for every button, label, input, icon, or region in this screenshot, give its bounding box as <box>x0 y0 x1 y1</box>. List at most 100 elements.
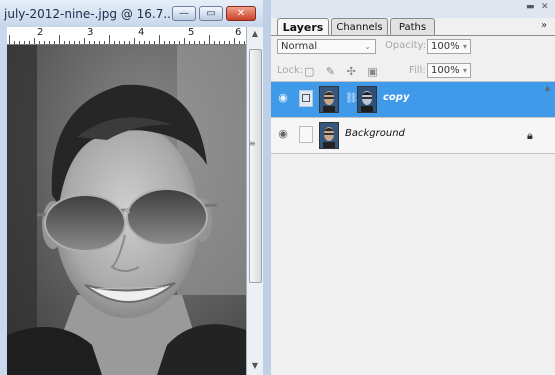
panel-close-icon[interactable]: ✕ <box>541 2 549 12</box>
scroll-grip-icon: ≡ <box>249 139 256 148</box>
ruler-tick <box>219 41 220 44</box>
tab-paths[interactable]: Paths <box>390 18 435 35</box>
ruler-tick <box>169 41 170 44</box>
ruler-tick <box>184 38 185 44</box>
lock-label: Lock: <box>277 65 304 76</box>
ruler-number: 3 <box>87 27 94 38</box>
ruler-tick <box>129 41 130 44</box>
ruler-tick <box>199 41 200 44</box>
maximize-button[interactable]: ▭ <box>199 6 223 21</box>
ruler-tick <box>54 41 55 44</box>
ruler-tick <box>9 35 10 44</box>
ruler-tick <box>229 41 230 44</box>
ruler-tick <box>59 35 60 44</box>
panel-collapse-icon[interactable]: ▬ <box>526 2 535 12</box>
tab-layers[interactable]: Layers <box>277 18 329 36</box>
workspace-divider <box>263 0 271 375</box>
panel-header-bar: ▬ ✕ <box>271 0 555 18</box>
maximize-icon: ▭ <box>206 8 216 19</box>
layer-mask-toggle[interactable] <box>299 90 313 107</box>
ruler-tick <box>144 41 145 44</box>
ruler-tick <box>39 41 40 44</box>
lock-options-icons[interactable]: ▢ ✎ ✣ ▣ <box>304 65 382 78</box>
fill-input[interactable]: 100% ▾ <box>427 63 471 78</box>
ruler-number: 2 <box>37 27 44 38</box>
scroll-up-arrow-icon[interactable]: ▲ <box>247 29 263 38</box>
eye-icon[interactable]: ◉ <box>277 91 289 105</box>
ruler-tick <box>114 41 115 44</box>
opacity-input[interactable]: 100% ▾ <box>427 39 471 54</box>
fill-label: Fill: <box>409 65 426 76</box>
ruler-tick <box>79 41 80 44</box>
scroll-down-arrow-icon[interactable]: ▼ <box>247 361 263 370</box>
layer-name[interactable]: copy <box>383 92 409 103</box>
close-icon: ✕ <box>236 8 246 19</box>
ruler-tick <box>14 41 15 44</box>
ruler-tick <box>239 41 240 44</box>
document-vertical-scrollbar[interactable]: ▲ ≡ ▼ <box>246 27 263 375</box>
layer-thumbnail[interactable] <box>319 86 339 113</box>
ruler-tick <box>34 38 35 44</box>
layer-name[interactable]: Background <box>345 128 405 139</box>
opacity-label: Opacity: <box>385 40 427 51</box>
tab-underline <box>271 35 555 36</box>
blend-mode-select[interactable]: Normal ⌄ <box>277 39 376 54</box>
ruler-tick <box>159 35 160 44</box>
ruler-number: 6 <box>235 27 242 38</box>
link-chain-icon[interactable]: ⛓ <box>345 93 358 104</box>
layer-separator <box>271 153 555 154</box>
fill-value: 100% <box>431 65 460 76</box>
minimize-button[interactable]: — <box>172 6 196 21</box>
ruler-tick <box>99 41 100 44</box>
close-button[interactable]: ✕ <box>226 6 256 21</box>
document-left-edge <box>0 27 7 375</box>
ruler-tick <box>234 38 235 44</box>
layer-mask-thumbnail[interactable] <box>357 86 377 113</box>
portrait-image <box>7 45 246 375</box>
ruler-tick <box>139 41 140 44</box>
ruler-tick <box>29 41 30 44</box>
ruler-tick <box>124 41 125 44</box>
layer-row-copy[interactable]: ◉ ⛓ copy <box>271 82 555 117</box>
ruler-tick <box>179 41 180 44</box>
ruler-tick <box>84 38 85 44</box>
ruler-tick <box>244 41 245 44</box>
fill-dropdown-icon[interactable]: ▾ <box>463 64 467 77</box>
eye-icon[interactable]: ◉ <box>277 127 289 141</box>
ruler-tick <box>44 41 45 44</box>
ruler-tick <box>209 35 210 44</box>
ruler-tick <box>134 38 135 44</box>
tab-channels[interactable]: Channels <box>331 18 388 35</box>
ruler-tick <box>224 41 225 44</box>
layer-thumbnail[interactable] <box>319 122 339 149</box>
ruler-tick <box>189 41 190 44</box>
ruler-tick <box>194 41 195 44</box>
horizontal-ruler[interactable]: 2 3 4 5 6 <box>7 27 246 45</box>
panel-menu-icon[interactable]: » <box>541 20 547 31</box>
ruler-tick <box>154 41 155 44</box>
layer-link-toggle[interactable] <box>299 126 313 143</box>
opacity-dropdown-icon[interactable]: ▾ <box>463 40 467 53</box>
chevron-down-icon: ⌄ <box>364 42 371 51</box>
document-titlebar[interactable]: july-2012-nine-.jpg @ 16.7... — ▭ ✕ <box>0 0 263 27</box>
ruler-number: 5 <box>188 27 195 38</box>
panel-scroll-up-icon[interactable]: ▲ <box>541 84 554 92</box>
ruler-tick <box>49 41 50 44</box>
image-canvas[interactable] <box>7 45 246 375</box>
scroll-thumb[interactable] <box>249 49 262 283</box>
ruler-tick <box>109 35 110 44</box>
ruler-tick <box>89 41 90 44</box>
ruler-tick <box>64 41 65 44</box>
opacity-value: 100% <box>431 41 460 52</box>
ruler-tick <box>24 41 25 44</box>
minimize-icon: — <box>179 8 189 19</box>
thumbnail-portrait-icon <box>320 123 338 148</box>
mask-thumbnail-portrait-icon <box>358 87 376 112</box>
panel-scrollbar[interactable]: ▲ <box>541 80 554 375</box>
ruler-tick <box>164 41 165 44</box>
ruler-tick <box>149 41 150 44</box>
layer-row-background[interactable]: ◉ Background 🔒︎ <box>271 118 555 153</box>
ruler-tick <box>174 41 175 44</box>
blend-mode-value: Normal <box>281 41 318 52</box>
ruler-tick <box>74 41 75 44</box>
